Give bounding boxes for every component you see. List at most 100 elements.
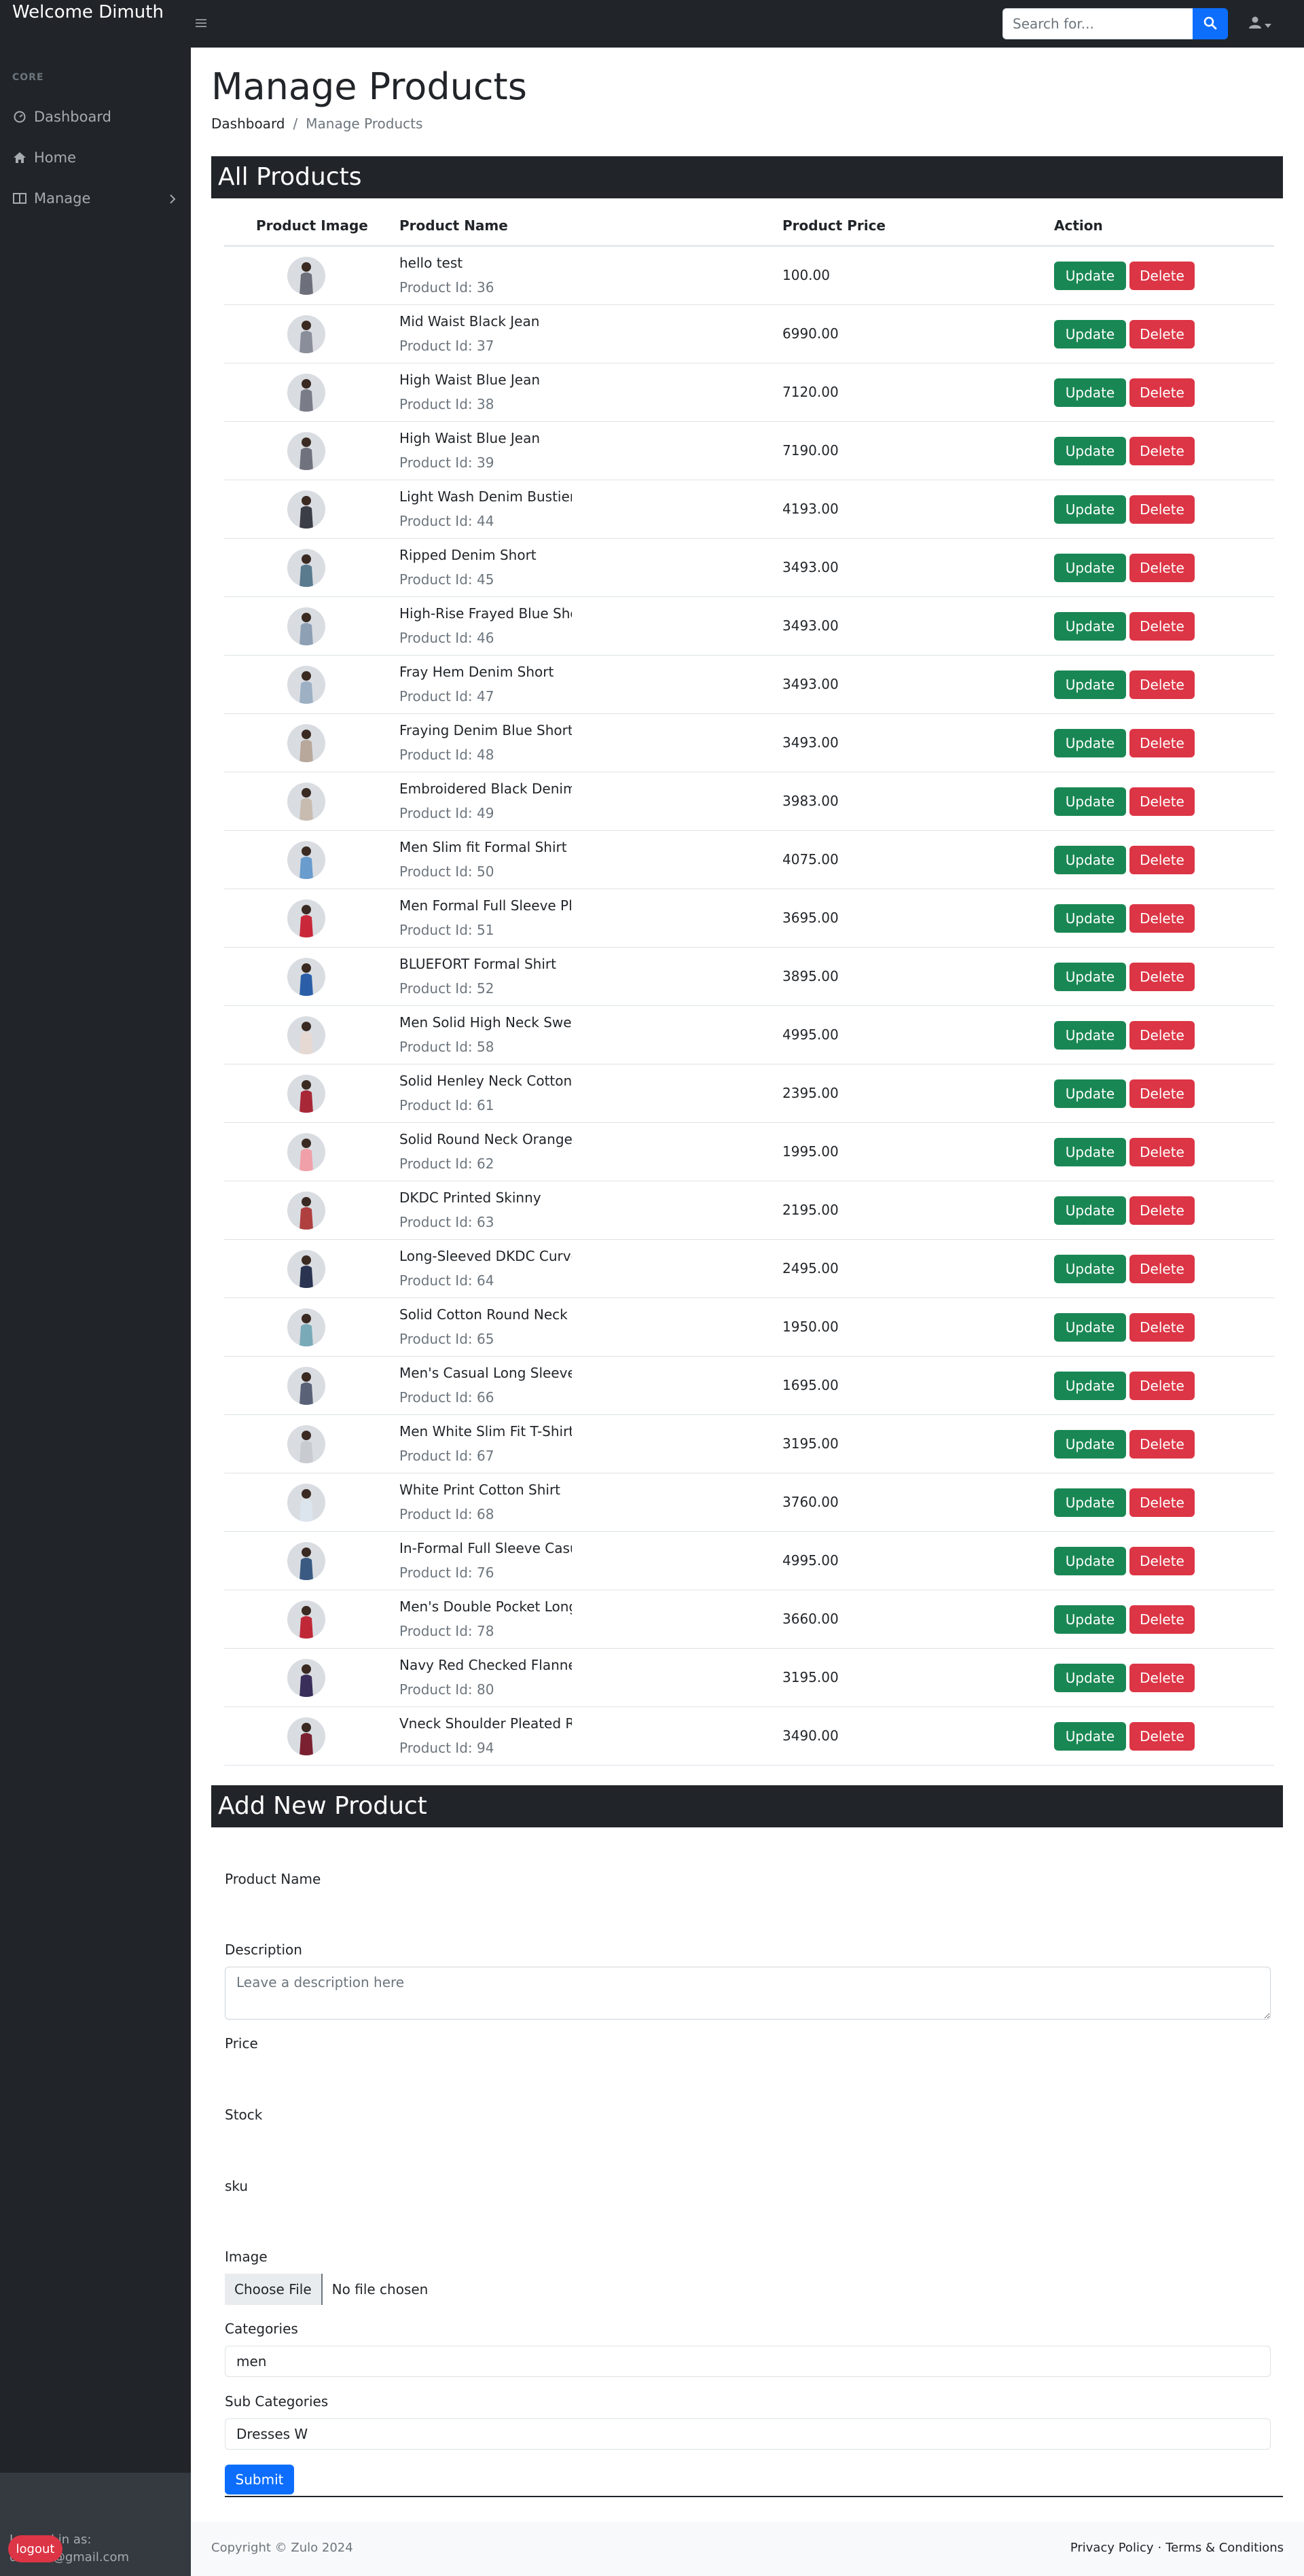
delete-button[interactable]: Delete: [1129, 1196, 1195, 1225]
product-image: [287, 1192, 325, 1230]
update-button[interactable]: Update: [1054, 1605, 1126, 1634]
delete-button[interactable]: Delete: [1129, 554, 1195, 582]
footer-separator: ·: [1157, 2541, 1162, 2555]
choose-file-button[interactable]: Choose File: [225, 2274, 323, 2305]
sku-input[interactable]: [225, 2201, 1271, 2231]
delete-button[interactable]: Delete: [1129, 729, 1195, 757]
delete-button[interactable]: Delete: [1129, 1138, 1195, 1166]
update-button[interactable]: Update: [1054, 670, 1126, 699]
update-button[interactable]: Update: [1054, 846, 1126, 874]
delete-button[interactable]: Delete: [1129, 1605, 1195, 1634]
update-button[interactable]: Update: [1054, 787, 1126, 816]
subcategories-select[interactable]: Dresses W: [225, 2418, 1271, 2450]
terms-link[interactable]: Terms & Conditions: [1165, 2541, 1284, 2555]
delete-button[interactable]: Delete: [1129, 963, 1195, 991]
file-status: No file chosen: [331, 2281, 429, 2297]
update-button[interactable]: Update: [1054, 1079, 1126, 1108]
product-id-prefix: Product Id:: [399, 747, 477, 763]
update-button[interactable]: Update: [1054, 1488, 1126, 1517]
product-id: Product Id: 66: [399, 1389, 494, 1406]
update-button[interactable]: Update: [1054, 1138, 1126, 1166]
delete-button[interactable]: Delete: [1129, 1313, 1195, 1342]
product-price: 6990.00: [782, 325, 839, 342]
update-button[interactable]: Update: [1054, 1313, 1126, 1342]
description-textarea[interactable]: [225, 1967, 1271, 2020]
delete-button[interactable]: Delete: [1129, 1722, 1195, 1751]
product-name-input[interactable]: [225, 1894, 1271, 1924]
update-button[interactable]: Update: [1054, 1722, 1126, 1751]
delete-button[interactable]: Delete: [1129, 612, 1195, 641]
delete-button[interactable]: Delete: [1129, 1664, 1195, 1692]
delete-button[interactable]: Delete: [1129, 1079, 1195, 1108]
delete-button[interactable]: Delete: [1129, 904, 1195, 933]
sidebar-heading: CORE: [12, 72, 44, 83]
update-button[interactable]: Update: [1054, 1021, 1126, 1050]
price-input[interactable]: [225, 2058, 1271, 2088]
delete-button[interactable]: Delete: [1129, 1372, 1195, 1400]
product-image: [287, 724, 325, 762]
product-name: Men Formal Full Sleeve Plain: [399, 897, 572, 914]
categories-select[interactable]: men: [225, 2346, 1271, 2377]
product-id: Product Id: 64: [399, 1272, 494, 1289]
search-bar: [1002, 8, 1228, 39]
update-button[interactable]: Update: [1054, 437, 1126, 465]
delete-button[interactable]: Delete: [1129, 1547, 1195, 1575]
table-row: White Print Cotton Shirt Product Id: 68 37…: [224, 1473, 1274, 1532]
update-button[interactable]: Update: [1054, 1196, 1126, 1225]
update-button[interactable]: Update: [1054, 1547, 1126, 1575]
update-button[interactable]: Update: [1054, 554, 1126, 582]
sidebar-item-manage[interactable]: Manage: [0, 179, 191, 217]
update-button[interactable]: Update: [1054, 904, 1126, 933]
user-menu-dropdown[interactable]: [1248, 15, 1278, 33]
product-id-prefix: Product Id:: [399, 1156, 477, 1172]
update-button[interactable]: Update: [1054, 378, 1126, 407]
delete-button[interactable]: Delete: [1129, 1021, 1195, 1050]
product-id: Product Id: 76: [399, 1564, 494, 1581]
product-price: 2195.00: [782, 1202, 839, 1218]
product-id-prefix: Product Id:: [399, 1331, 477, 1347]
delete-button[interactable]: Delete: [1129, 378, 1195, 407]
delete-button[interactable]: Delete: [1129, 1430, 1195, 1459]
product-id-value: 48: [476, 747, 494, 763]
delete-button[interactable]: Delete: [1129, 787, 1195, 816]
sidebar-item-dashboard[interactable]: Dashboard: [0, 98, 191, 136]
delete-button[interactable]: Delete: [1129, 670, 1195, 699]
update-button[interactable]: Update: [1054, 1664, 1126, 1692]
stock-input[interactable]: [225, 2129, 1271, 2159]
update-button[interactable]: Update: [1054, 612, 1126, 641]
navbar-brand[interactable]: Welcome Dimuth: [12, 0, 168, 24]
logout-button[interactable]: logout: [8, 2535, 62, 2562]
subcategories-label: Sub Categories: [225, 2393, 329, 2410]
privacy-policy-link[interactable]: Privacy Policy: [1070, 2541, 1154, 2555]
update-button[interactable]: Update: [1054, 729, 1126, 757]
delete-button[interactable]: Delete: [1129, 1488, 1195, 1517]
product-price: 3695.00: [782, 910, 839, 926]
search-button[interactable]: [1193, 8, 1228, 39]
table-row: Men's Double Pocket Long Product Id: 78 36…: [224, 1590, 1274, 1649]
update-button[interactable]: Update: [1054, 495, 1126, 524]
description-label: Description: [225, 1942, 302, 1958]
column-header-name: Product Name: [399, 217, 508, 234]
breadcrumb-dashboard-link[interactable]: Dashboard: [211, 115, 285, 132]
delete-button[interactable]: Delete: [1129, 437, 1195, 465]
delete-button[interactable]: Delete: [1129, 495, 1195, 524]
update-button[interactable]: Update: [1054, 262, 1126, 290]
update-button[interactable]: Update: [1054, 963, 1126, 991]
delete-button[interactable]: Delete: [1129, 846, 1195, 874]
delete-button[interactable]: Delete: [1129, 262, 1195, 290]
update-button[interactable]: Update: [1054, 1372, 1126, 1400]
product-id-value: 49: [476, 805, 494, 821]
product-id-value: 39: [476, 454, 494, 471]
update-button[interactable]: Update: [1054, 320, 1126, 348]
update-button[interactable]: Update: [1054, 1255, 1126, 1283]
delete-button[interactable]: Delete: [1129, 320, 1195, 348]
table-row: Embroidered Black Denim Product Id: 49 398…: [224, 772, 1274, 831]
product-name: Solid Round Neck Orange: [399, 1131, 572, 1147]
submit-button[interactable]: Submit: [225, 2465, 294, 2494]
sidebar-toggle-icon[interactable]: [196, 14, 211, 34]
search-input[interactable]: [1002, 8, 1193, 39]
sidebar-item-home[interactable]: Home: [0, 139, 191, 177]
update-button[interactable]: Update: [1054, 1430, 1126, 1459]
columns-icon: [12, 191, 27, 206]
delete-button[interactable]: Delete: [1129, 1255, 1195, 1283]
